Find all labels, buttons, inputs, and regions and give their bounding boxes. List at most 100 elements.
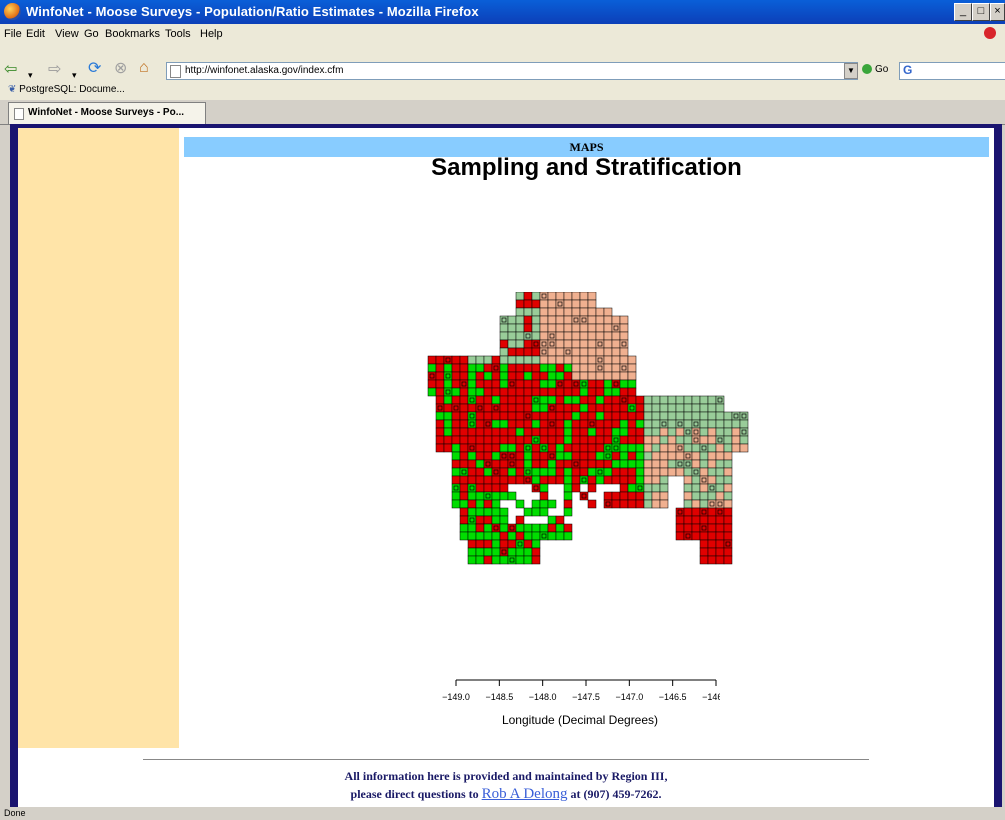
map-cell [539, 292, 549, 301]
map-cell [491, 515, 501, 525]
map-cell [723, 539, 733, 549]
menu-help[interactable]: Help [200, 28, 223, 40]
forward-arrow-icon[interactable]: ⇨ [48, 61, 61, 79]
map-cell [715, 395, 725, 405]
menu-tools[interactable]: Tools [165, 28, 191, 40]
go-button[interactable]: Go [862, 62, 888, 78]
map-cell [499, 539, 509, 549]
map-cell [571, 292, 581, 301]
map-cell [579, 459, 589, 469]
map-cell [603, 315, 613, 325]
map-cell [491, 395, 501, 405]
map-cell [603, 331, 613, 341]
map-cell [643, 419, 653, 429]
map-cell [659, 459, 669, 469]
map-cell [531, 379, 541, 389]
map-cell [603, 339, 613, 349]
contact-link[interactable]: Rob A Delong [482, 786, 568, 802]
map-cell [603, 451, 613, 461]
map-cell [451, 499, 461, 509]
map-cell [523, 371, 533, 381]
menu-file[interactable]: File [4, 28, 22, 40]
map-cell [555, 451, 565, 461]
map-cell [651, 451, 661, 461]
map-cell [675, 507, 685, 517]
close-icon[interactable]: × [990, 3, 1005, 21]
map-cell [667, 419, 677, 429]
map-cell [731, 419, 741, 429]
map-cell [475, 475, 485, 485]
map-cell [451, 395, 461, 405]
map-cell [611, 435, 621, 445]
map-cell [523, 292, 533, 301]
map-cell [483, 355, 493, 365]
map-cell [531, 395, 541, 405]
stop-icon[interactable]: ⊗ [114, 60, 127, 78]
map-cell [435, 387, 445, 397]
maximize-icon[interactable]: □ [972, 3, 990, 21]
map-cell [443, 395, 453, 405]
map-cell [475, 539, 485, 549]
menu-bookmarks[interactable]: Bookmarks [105, 28, 160, 40]
back-arrow-icon[interactable]: ⇦ [4, 61, 17, 79]
map-cell [635, 395, 645, 405]
map-cell [587, 355, 597, 365]
map-cell [659, 475, 669, 485]
map-cell [483, 547, 493, 557]
map-cell [603, 323, 613, 333]
tab-page-icon [14, 108, 24, 120]
map-cell [651, 419, 661, 429]
tab-winfonet[interactable]: WinfoNet - Moose Surveys - Po... [8, 102, 206, 124]
map-cell [507, 547, 517, 557]
map-cell [539, 459, 549, 469]
map-cell [707, 435, 717, 445]
menu-view[interactable]: View [55, 28, 79, 40]
map-cell [467, 411, 477, 421]
map-cell [635, 467, 645, 477]
reload-icon[interactable]: ⟳ [88, 60, 101, 78]
map-cell [507, 491, 517, 501]
menu-go[interactable]: Go [84, 28, 99, 40]
map-cell [539, 427, 549, 437]
map-cell [619, 371, 629, 381]
map-cell [699, 531, 709, 541]
map-cell [515, 299, 525, 309]
map-cell [531, 371, 541, 381]
map-cell [715, 443, 725, 453]
map-cell [459, 435, 469, 445]
map-cell [443, 379, 453, 389]
map-cell [571, 435, 581, 445]
map-cell [579, 307, 589, 317]
map-cell [515, 443, 525, 453]
map-cell [691, 475, 701, 485]
map-cell [547, 435, 557, 445]
map-cell [611, 467, 621, 477]
map-cell [723, 547, 733, 557]
map-cell [491, 467, 501, 477]
search-input[interactable]: G [899, 62, 1005, 80]
map-cell [611, 331, 621, 341]
map-cell [451, 363, 461, 373]
address-bar[interactable]: http://winfonet.alaska.gov/index.cfm [166, 62, 858, 80]
map-cell [499, 515, 509, 525]
map-cell [579, 355, 589, 365]
map-cell [595, 363, 605, 373]
home-icon[interactable]: ⌂ [139, 59, 149, 77]
map-cell [515, 395, 525, 405]
map-cell [475, 387, 485, 397]
map-cell [675, 523, 685, 533]
map-cell [587, 347, 597, 357]
minimize-icon[interactable]: _ [954, 3, 972, 21]
map-cell [555, 363, 565, 373]
map-cell [499, 371, 509, 381]
map-cell [587, 475, 597, 485]
map-cell [531, 451, 541, 461]
map-cell [603, 467, 613, 477]
address-dropdown-icon[interactable]: ▼ [844, 63, 858, 79]
map-cell [467, 355, 477, 365]
bookmark-item[interactable]: ❦ PostgreSQL: Docume... [8, 84, 125, 95]
map-cell [507, 339, 517, 349]
menu-edit[interactable]: Edit [26, 28, 45, 40]
map-cell [739, 435, 749, 445]
map-cell [627, 499, 637, 509]
